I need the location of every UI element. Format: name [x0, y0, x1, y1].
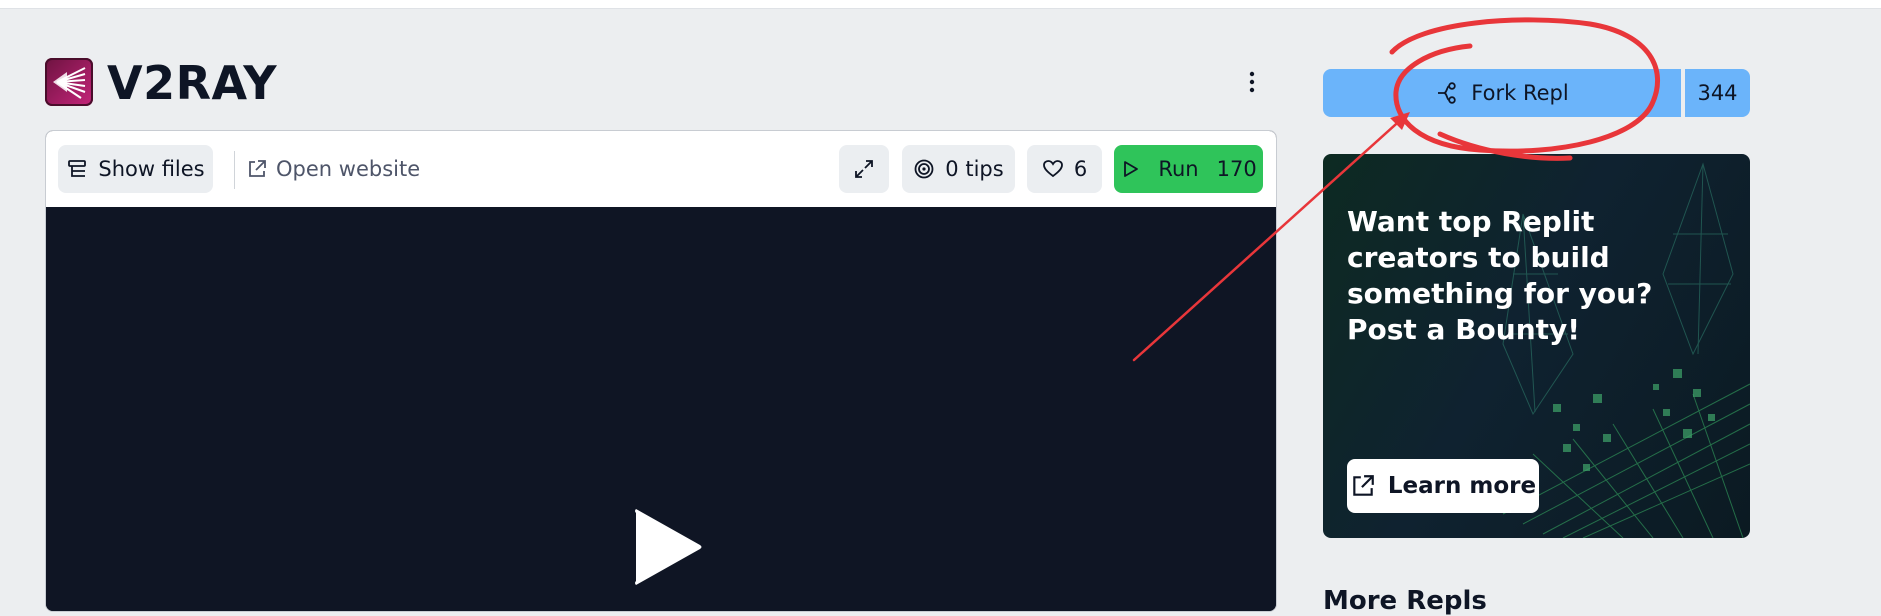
repl-header: V2RAY [45, 56, 1275, 110]
learn-more-label: Learn more [1387, 473, 1537, 499]
like-button[interactable]: 6 [1027, 145, 1102, 193]
tips-label: 0 tips [945, 157, 1004, 181]
expand-icon [855, 160, 873, 178]
repl-title: V2RAY [107, 56, 278, 110]
fork-label: Fork Repl [1471, 81, 1569, 105]
fork-count[interactable]: 344 [1685, 69, 1750, 117]
fork-repl-button[interactable]: Fork Repl [1323, 69, 1681, 117]
external-link-icon [1353, 475, 1374, 496]
top-edge [0, 0, 1881, 9]
more-repls-heading: More Repls [1323, 586, 1487, 616]
like-count: 6 [1073, 157, 1088, 181]
spiral-icon [914, 159, 934, 179]
fork-group: Fork Repl 344 [1323, 69, 1750, 117]
bounty-promo-card: Want top Replit creators to build someth… [1323, 154, 1750, 538]
tips-button[interactable]: 0 tips [902, 145, 1015, 193]
player-toolbar: Show files Open website 0 tips 6 Run 170 [46, 131, 1276, 207]
external-link-icon [249, 160, 266, 177]
heart-icon [1042, 160, 1063, 178]
fork-icon [1438, 82, 1456, 104]
bounty-headline: Want top Replit creators to build someth… [1347, 205, 1653, 346]
learn-more-button[interactable]: Learn more [1347, 459, 1539, 513]
repl-cover-icon [45, 58, 93, 106]
files-icon [68, 160, 87, 177]
repl-player: Show files Open website 0 tips 6 Run 170 [45, 130, 1277, 612]
kebab-menu-icon[interactable] [1240, 70, 1264, 94]
run-label: Run [1158, 157, 1199, 181]
show-files-label: Show files [98, 157, 205, 181]
open-website-link[interactable]: Open website [246, 145, 420, 193]
run-button[interactable]: Run 170 [1114, 145, 1263, 193]
play-icon[interactable] [626, 507, 706, 587]
fullscreen-button[interactable] [839, 145, 889, 193]
preview-video[interactable] [46, 207, 1276, 611]
show-files-button[interactable]: Show files [58, 145, 213, 193]
toolbar-divider [234, 151, 235, 189]
run-count: 170 [1216, 157, 1257, 181]
open-website-label: Open website [276, 157, 421, 181]
play-small-icon [1124, 161, 1139, 177]
